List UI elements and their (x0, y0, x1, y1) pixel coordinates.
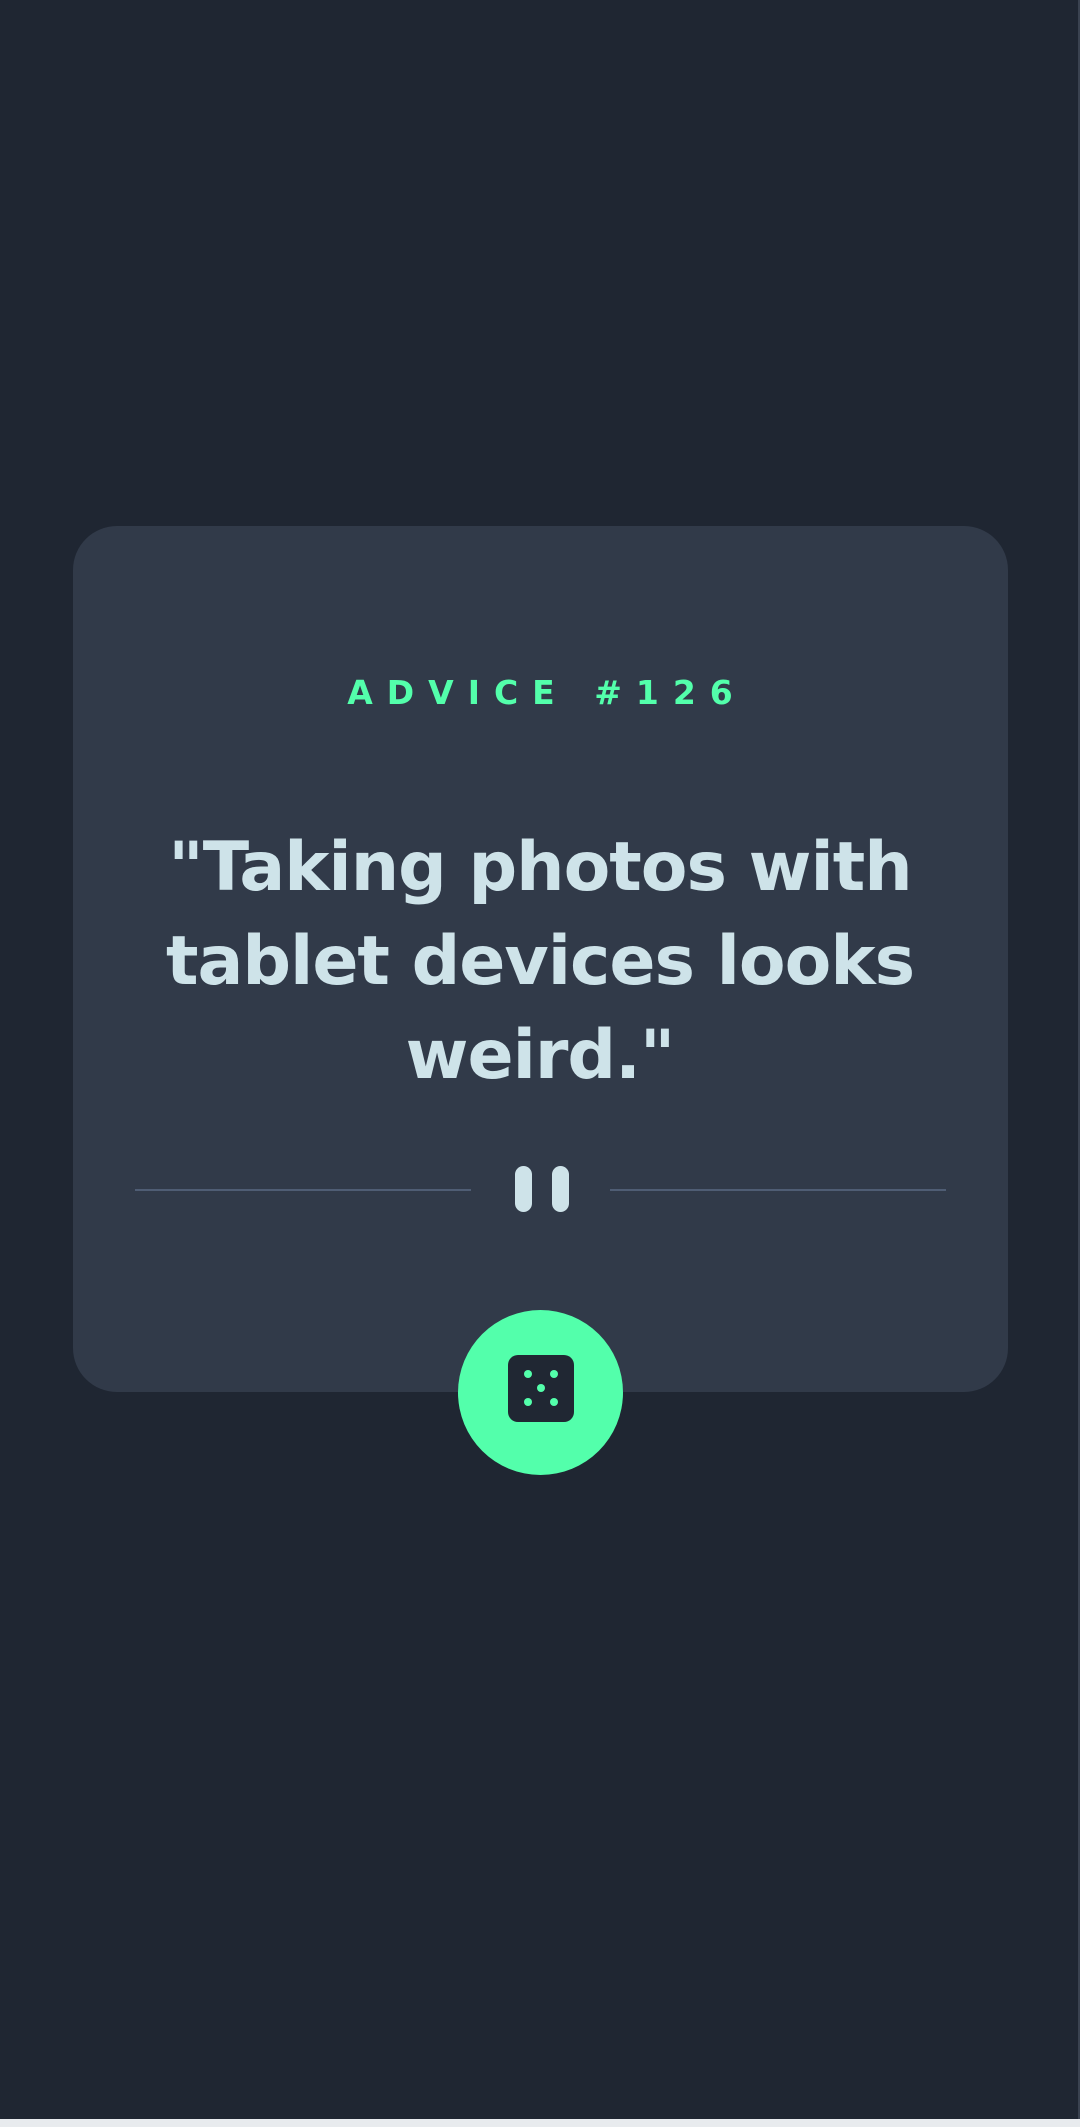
advice-quote: "Taking photos with tablet devices looks… (165, 828, 915, 1095)
pause-bar-right (552, 1166, 569, 1212)
dice-icon[interactable] (508, 1355, 574, 1422)
dice-pip (537, 1384, 545, 1392)
pause-bar-left (515, 1166, 532, 1212)
bottom-edge (0, 2119, 1080, 2127)
dice-pip (524, 1370, 532, 1378)
dice-pip (524, 1398, 532, 1406)
dice-pip (550, 1370, 558, 1378)
advice-number: ADVICE #126 (347, 673, 747, 712)
divider-line-right (610, 1189, 946, 1191)
divider-line-left (135, 1189, 471, 1191)
dice-pip (550, 1398, 558, 1406)
